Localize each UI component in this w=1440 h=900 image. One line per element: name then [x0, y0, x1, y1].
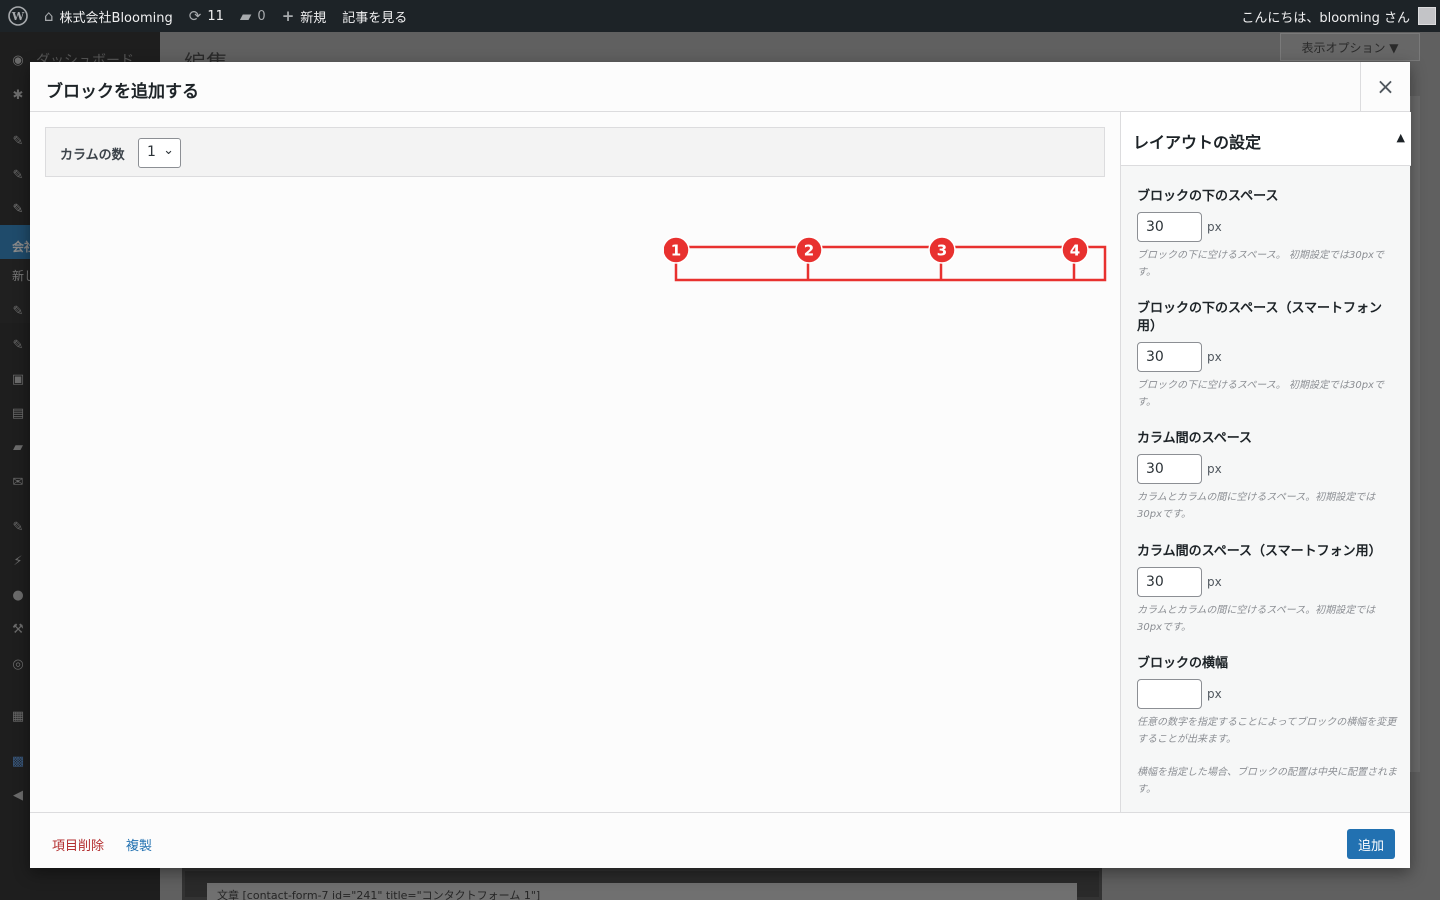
comments-link[interactable]: ▰ 0	[232, 0, 274, 32]
diagram-marker-2: 2	[795, 236, 823, 264]
modal-title: ブロックを追加する	[46, 82, 199, 102]
svg-text:2: 2	[804, 242, 814, 260]
panel-header[interactable]: レイアウトの設定 ▲	[1121, 112, 1411, 166]
field-label: ブロックの下のスペース	[1137, 189, 1279, 204]
pin-icon: ✎	[12, 202, 24, 217]
columns-bar: カラムの数 1 ⌄	[45, 127, 1105, 177]
field-column-gap-mobile: カラム間のスペース（スマートフォン用） px カラムとカラムの間に空けるスペース…	[1137, 543, 1397, 636]
dashboard-icon: ◉	[12, 53, 24, 68]
refresh-icon: ⟳	[188, 7, 202, 25]
field-column-gap: カラム間のスペース px カラムとカラムの間に空けるスペース。初期設定では30p…	[1137, 430, 1397, 523]
unit-label: px	[1207, 687, 1222, 701]
view-post-link[interactable]: 記事を見る	[334, 0, 415, 32]
collapse-icon: ◀	[13, 788, 23, 803]
comment-icon: ▰	[239, 7, 252, 25]
field-label: ブロックの横幅	[1137, 656, 1229, 671]
new-content-link[interactable]: + 新規	[274, 0, 335, 32]
field-block-bottom-space: ブロックの下のスペース px ブロックの下に空けるスペース。 初期設定では30p…	[1137, 188, 1397, 281]
diagram-marker-1: 1	[664, 236, 690, 264]
pin-icon: ✎	[12, 134, 24, 149]
field-label: カラム間のスペース（スマートフォン用）	[1137, 544, 1382, 559]
plus-icon: +	[281, 7, 295, 25]
background-block: 文章 [contact-form-7 id="241" title="コンタクト…	[182, 868, 1102, 900]
svg-text:1: 1	[671, 242, 681, 260]
svg-text:W: W	[11, 10, 25, 23]
unit-label: px	[1207, 350, 1222, 364]
wordpress-logo-icon[interactable]: W	[0, 0, 36, 32]
unit-label: px	[1207, 220, 1222, 234]
comment-icon: ▰	[13, 440, 23, 455]
stats-icon: ▦	[11, 709, 25, 724]
updates-count: 11	[207, 8, 224, 24]
comments-count: 0	[257, 8, 266, 24]
field-description: カラムとカラムの間に空けるスペース。初期設定では30pxです。	[1137, 492, 1376, 520]
add-block-modal: ブロックを追加する × カラムの数 1 ⌄ 1 2 3 4 レイアウトの設定 ▲…	[30, 62, 1411, 868]
pin-icon: ✎	[12, 338, 24, 353]
view-post-label: 記事を見る	[342, 10, 408, 26]
field-block-width: ブロックの横幅 px 任意の数字を指定することによってブロックの横幅を変更するこ…	[1137, 655, 1397, 798]
account-menu[interactable]: こんにちは、blooming さん	[1241, 7, 1440, 26]
diagram-marker-4: 4	[1061, 236, 1089, 264]
settings-icon: ◎	[12, 657, 24, 672]
duplicate-link[interactable]: 複製	[126, 835, 152, 854]
delete-item-link[interactable]: 項目削除	[52, 835, 104, 854]
home-icon: ⌂	[44, 7, 54, 25]
site-name-link[interactable]: ⌂ 株式会社Blooming	[36, 0, 181, 32]
columns-select-value: 1	[147, 144, 156, 160]
svg-text:3: 3	[937, 242, 947, 260]
site-name: 株式会社Blooming	[59, 10, 173, 26]
close-button[interactable]: ×	[1360, 62, 1410, 112]
field-description: ブロックの下に空けるスペース。 初期設定では30pxです。	[1137, 250, 1384, 278]
pin-icon: ✎	[12, 168, 24, 183]
block-width-input[interactable]	[1137, 679, 1202, 709]
field-block-bottom-space-mobile: ブロックの下のスペース（スマートフォン用） px ブロックの下に空けるスペース。…	[1137, 300, 1397, 411]
block-bottom-space-input[interactable]	[1137, 212, 1202, 242]
background-block-text: 文章 [contact-form-7 id="241" title="コンタクト…	[207, 883, 1077, 900]
field-description: カラムとカラムの間に空けるスペース。初期設定では30pxです。	[1137, 605, 1376, 633]
gear-icon: ✱	[12, 88, 24, 103]
new-label: 新規	[300, 10, 327, 26]
collapse-arrow-icon[interactable]: ▲	[1397, 131, 1405, 144]
diagram-marker-3: 3	[928, 236, 956, 264]
modal-footer: 項目削除 複製 追加	[30, 812, 1410, 868]
mail-icon: ✉	[12, 475, 24, 490]
greeting: こんにちは、blooming さん	[1241, 10, 1410, 26]
field-label: カラム間のスペース	[1137, 431, 1253, 446]
diagram-frame	[674, 245, 1107, 282]
panel-title: レイアウトの設定	[1133, 133, 1262, 152]
column-gap-input[interactable]	[1137, 454, 1202, 484]
avatar	[1418, 7, 1436, 25]
svg-text:4: 4	[1070, 242, 1080, 260]
appearance-icon: ✎	[12, 520, 24, 535]
columns-label: カラムの数	[60, 148, 125, 163]
pages-icon: ▤	[11, 406, 25, 421]
unit-label: px	[1207, 575, 1222, 589]
layout-diagram: 1 2 3 4	[664, 236, 1107, 282]
tools-icon: ⚒	[12, 622, 24, 637]
block-bottom-space-mobile-input[interactable]	[1137, 342, 1202, 372]
background-side-box	[1410, 96, 1420, 772]
field-description: ブロックの下に空けるスペース。 初期設定では30pxです。	[1137, 380, 1384, 408]
field-description-note: 横幅を指定した場合、ブロックの配置は中央に配置されます。	[1137, 767, 1397, 795]
screen-options-button: 表示オプション ▼	[1280, 33, 1420, 61]
layout-settings-panel: レイアウトの設定 ▲ ブロックの下のスペース px ブロックの下に空けるスペース…	[1120, 112, 1411, 812]
unit-label: px	[1207, 462, 1222, 476]
media-icon: ▣	[11, 372, 25, 387]
modal-header: ブロックを追加する ×	[30, 62, 1410, 112]
close-icon: ×	[1376, 74, 1395, 100]
field-description: 任意の数字を指定することによってブロックの横幅を変更することが出来ます。	[1137, 717, 1397, 745]
theme-icon: ▩	[11, 754, 25, 769]
plugins-icon: ⚡	[13, 554, 23, 569]
columns-select[interactable]: 1 ⌄	[138, 138, 181, 168]
admin-bar: W ⌂ 株式会社Blooming ⟳ 11 ▰ 0 + 新規 記事を見る こんに…	[0, 0, 1440, 32]
users-icon: ●	[12, 588, 24, 603]
field-label: ブロックの下のスペース（スマートフォン用）	[1137, 301, 1383, 334]
chevron-down-icon: ⌄	[163, 143, 174, 158]
pin-icon: ✎	[12, 304, 24, 319]
add-button[interactable]: 追加	[1347, 829, 1395, 859]
updates-link[interactable]: ⟳ 11	[181, 0, 232, 32]
column-gap-mobile-input[interactable]	[1137, 567, 1202, 597]
